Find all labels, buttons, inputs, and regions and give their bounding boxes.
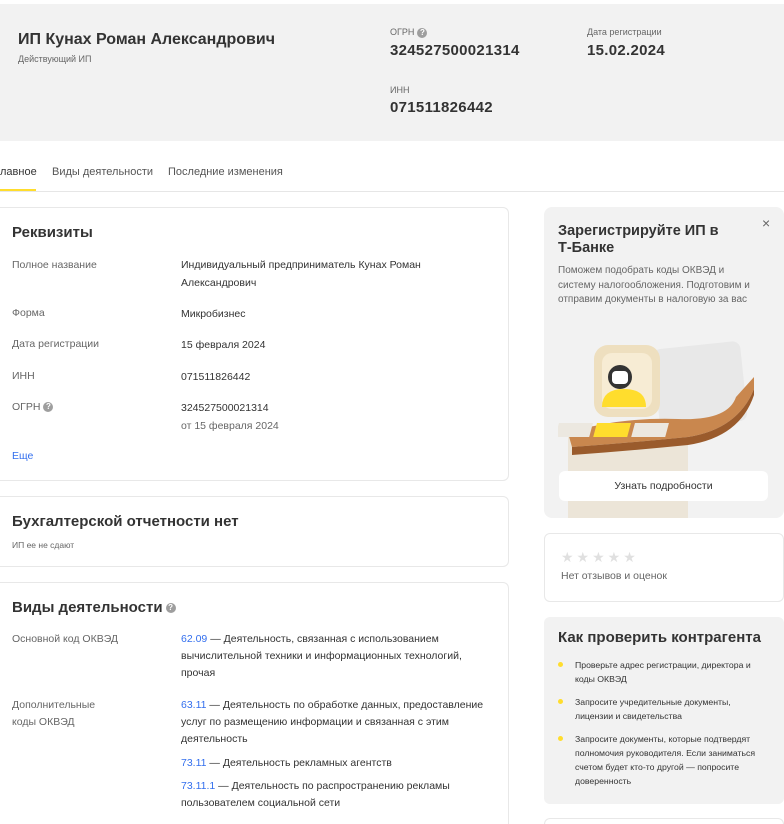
ogrn-header-value: 324527500021314 (390, 42, 520, 59)
form-value: Микробизнес (181, 308, 246, 320)
tab-main[interactable]: лавное (0, 166, 37, 178)
reg-date-header-label: Дата регистрации (587, 27, 662, 37)
inn-label: ИНН (12, 370, 35, 382)
check-item: Запросите документы, которые подтвердят … (575, 734, 756, 786)
star-icon: ★★★★★ (561, 549, 639, 565)
okved-code-link[interactable]: 73.11.1 (181, 780, 215, 792)
ogrn-date: от 15 февраля 2024 (181, 420, 279, 432)
additional-okved-item: 73.11 — Деятельность рекламных агентств (181, 757, 392, 769)
additional-okved-label: Дополнительные коды ОКВЭД (12, 699, 96, 728)
company-status: Действующий ИП (18, 54, 92, 64)
tab-recent-changes[interactable]: Последние изменения (168, 166, 283, 178)
okved-code-link[interactable]: 62.09 (181, 633, 207, 645)
activities-title: Виды деятельности? (12, 599, 176, 616)
bullet-icon (558, 699, 563, 704)
tab-activities[interactable]: Виды деятельности (52, 166, 153, 178)
help-circle-icon[interactable]: ? (417, 27, 428, 38)
check-item: Запросите учредительные документы, лицен… (575, 697, 731, 721)
inn-value: 071511826442 (181, 371, 251, 383)
okved-code-link[interactable]: 63.11 (181, 699, 207, 711)
full-name-label: Полное название (12, 259, 97, 271)
learn-more-button[interactable]: Узнать подробности (559, 471, 768, 501)
ogrn-label: ОГРН? (12, 399, 54, 416)
close-icon[interactable]: × (762, 215, 770, 231)
main-okved-label: Основной код ОКВЭД (12, 633, 119, 645)
accounting-title: Бухгалтерской отчетности нет (12, 513, 239, 530)
activities-card: Виды деятельности? Основной код ОКВЭД 62… (0, 582, 509, 824)
okved-code-link[interactable]: 73.11 (181, 757, 207, 769)
active-tab-indicator (0, 189, 36, 191)
accounting-subtitle: ИП ее не сдают (12, 540, 75, 550)
inn-header-value: 071511826442 (390, 99, 493, 116)
company-header: ИП Кунах Роман Александрович Действующий… (0, 4, 784, 141)
promo-text: Поможем подобрать коды ОКВЭД и систему н… (558, 265, 750, 305)
reg-date-value: 15 февраля 2024 (181, 339, 266, 351)
requisites-title: Реквизиты (12, 224, 93, 241)
check-item: Проверьте адрес регистрации, директора и… (575, 660, 751, 684)
promo-title: Зарегистрируйте ИП в Т‑Банке (558, 223, 719, 256)
main-okved-value: 62.09 — Деятельность, связанная с исполь… (181, 633, 462, 679)
reviews-card: ★★★★★ Нет отзывов и оценок (544, 533, 784, 602)
next-card-edge (544, 818, 784, 824)
requisites-card: Реквизиты Полное название Индивидуальный… (0, 207, 509, 481)
reviews-text: Нет отзывов и оценок (561, 570, 667, 582)
accounting-card: Бухгалтерской отчетности нет ИП ее не сд… (0, 496, 509, 567)
ogrn-value: 324527500021314 от 15 февраля 2024 (181, 399, 491, 435)
help-circle-icon[interactable]: ? (165, 603, 176, 614)
additional-okved-item: 63.11 — Деятельность по обработке данных… (181, 699, 484, 745)
bullet-icon (558, 662, 563, 667)
bullet-icon (558, 736, 563, 741)
company-name: ИП Кунах Роман Александрович (18, 31, 276, 48)
inn-header-label: ИНН (390, 85, 410, 95)
more-link[interactable]: Еще (12, 450, 33, 462)
check-counterparty-card: Как проверить контрагента Проверьте адре… (544, 617, 784, 804)
reg-date-label: Дата регистрации (12, 338, 100, 350)
reg-date-header-value: 15.02.2024 (587, 42, 666, 59)
ogrn-number: 324527500021314 (181, 402, 269, 414)
full-name-value: Индивидуальный предприниматель Кунах Ром… (181, 259, 421, 289)
check-title: Как проверить контрагента (558, 629, 761, 646)
ogrn-header-label: ОГРН? (390, 27, 428, 38)
tab-bar: лавное Виды деятельности Последние измен… (0, 155, 784, 192)
promo-banner: Зарегистрируйте ИП в Т‑Банке × Поможем п… (544, 207, 784, 518)
help-circle-icon[interactable]: ? (43, 402, 54, 413)
form-label: Форма (12, 307, 45, 319)
additional-okved-item: 73.11.1 — Деятельность по распространени… (181, 780, 450, 809)
